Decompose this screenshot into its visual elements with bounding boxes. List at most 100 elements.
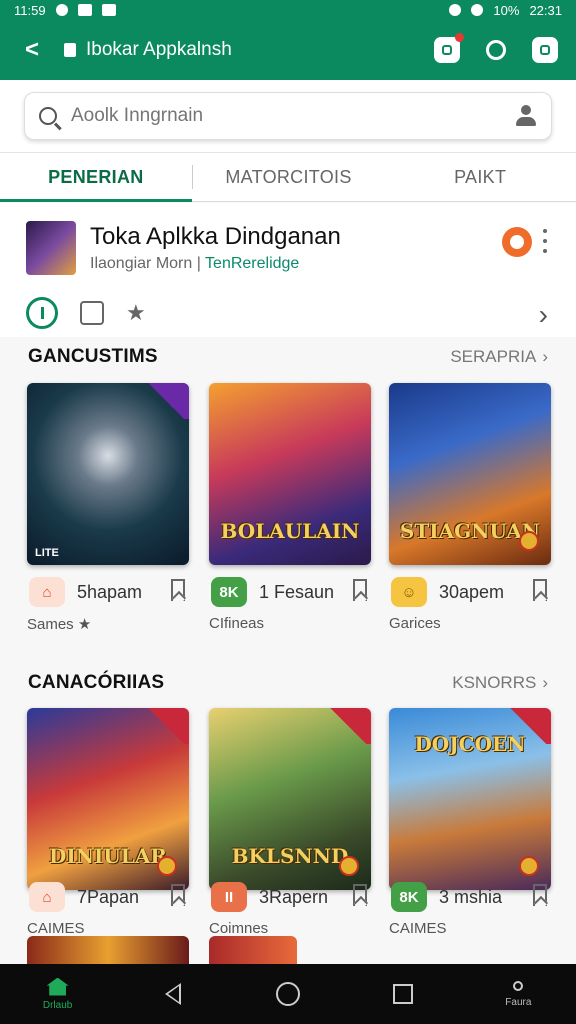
nav-recents[interactable]	[373, 969, 433, 1019]
mail-icon	[77, 4, 92, 16]
game-card[interactable]: BKLSNND	[209, 708, 371, 890]
back-arrow-icon: <	[24, 36, 39, 63]
tool-row: ★	[26, 297, 146, 329]
chevron-right-icon[interactable]: ›	[539, 299, 548, 331]
grid-icon: II	[211, 882, 247, 912]
card-meta: 8K 3 mshia CAIMES	[389, 882, 551, 952]
card-title: BOLAULAIN	[220, 519, 360, 543]
card-artwork: DINIULAR	[27, 708, 189, 890]
card-ribbon	[325, 708, 371, 744]
status-time: 11:59	[14, 2, 46, 18]
tab-paikt[interactable]: PAIKT	[384, 153, 576, 201]
card-meta: 8K 1 Fesaun CIfineas	[209, 577, 371, 647]
back-button[interactable]: <	[18, 36, 46, 64]
bookmark-icon[interactable]	[171, 884, 185, 906]
card-meta-sub: CAIMES	[27, 920, 85, 937]
card-seal	[157, 856, 177, 876]
more-options-button[interactable]	[542, 229, 548, 253]
card-ribbon	[143, 708, 189, 744]
card-seal	[339, 856, 359, 876]
card-artwork: DOJCOEN	[389, 708, 551, 890]
card-meta-sub: Sames ★	[27, 616, 92, 633]
zoom-icon[interactable]	[80, 301, 104, 325]
chevron-right-icon: ›	[542, 673, 548, 692]
section-title: CANACÓRIIAS	[28, 672, 165, 693]
bookmark-icon[interactable]	[533, 884, 547, 906]
app-subtitle: Ilaongiar Morn | TenRerelidge	[90, 255, 300, 272]
game-card[interactable]: LITE	[27, 383, 189, 565]
card-ribbon	[143, 383, 189, 419]
profile-icon[interactable]	[515, 105, 537, 127]
section-header: GANCUSTIMS SERAPRIA ›	[0, 342, 576, 372]
pin-icon	[513, 980, 524, 991]
scan-button[interactable]	[532, 37, 558, 63]
notification-icon	[55, 4, 68, 16]
game-card[interactable]: DOJCOEN	[389, 708, 551, 890]
status-bar: 11:59 10% 22:31	[0, 0, 576, 20]
game-card-partial[interactable]	[27, 936, 189, 964]
bag-icon	[64, 43, 76, 57]
card-title: DOJCOEN	[414, 732, 526, 756]
badge-icon: 8K	[391, 882, 427, 912]
star-icon[interactable]: ★	[126, 300, 146, 326]
card-meta-sub: CIfineas	[209, 615, 265, 632]
bluetooth-icon	[449, 4, 462, 16]
game-card[interactable]: BOLAULAIN	[209, 383, 371, 565]
card-meta-sub: Garices	[389, 615, 441, 632]
app-header-card: Toka Aplkka Dindganan Ilaongiar Morn | T…	[0, 203, 576, 337]
card-artwork: BOLAULAIN	[209, 383, 371, 565]
card-meta-sub: CAIMES	[389, 920, 447, 937]
favorite-button[interactable]	[502, 227, 532, 257]
search-bar[interactable]	[24, 92, 552, 140]
home-icon: ⌂	[29, 577, 65, 607]
badge-icon: 8K	[211, 577, 247, 607]
heart-icon	[442, 45, 452, 55]
section-see-all[interactable]: KSNORRS ›	[452, 673, 548, 693]
search-area	[0, 80, 576, 152]
bookmark-icon[interactable]	[353, 579, 367, 601]
tab-penerian[interactable]: PENERIAN	[0, 153, 192, 202]
app-link[interactable]: TenRerelidge	[205, 255, 299, 272]
bookmark-icon[interactable]	[171, 579, 185, 601]
card-meta-label: 3Rapern	[259, 887, 329, 907]
card-meta-label: 7Papan	[77, 887, 140, 907]
notification-badge	[455, 33, 464, 42]
card-seal	[519, 531, 539, 551]
app-title: Ibokar Appkalnsh	[86, 39, 232, 60]
card-artwork: LITE	[27, 383, 189, 565]
card-meta: ⌂ 5hapam Sames ★	[27, 577, 189, 647]
nav-home-label: Drlaub	[42, 999, 73, 1011]
smiley-icon: ☺	[391, 577, 427, 607]
search-tool-icon[interactable]	[26, 297, 58, 329]
search-input[interactable]	[71, 105, 515, 127]
favorite-icon	[510, 235, 524, 249]
chevron-right-icon: ›	[542, 347, 548, 366]
game-card-partial[interactable]	[209, 936, 297, 964]
search-icon	[39, 107, 57, 125]
section-header: CANACÓRIIAS KSNORRS ›	[0, 668, 576, 698]
app-thumbnail	[26, 221, 76, 275]
battery-level: 10%	[493, 2, 520, 18]
app-bar-title: Ibokar Appkalnsh	[64, 39, 232, 61]
app-bar: < Ibokar Appkalnsh	[0, 20, 576, 80]
card-caption: LITE	[35, 547, 59, 559]
nav-account[interactable]: Faura	[488, 969, 548, 1019]
nav-home[interactable]: Drlaub	[28, 969, 88, 1019]
recents-icon	[393, 984, 414, 1004]
game-card[interactable]: DINIULAR	[27, 708, 189, 890]
game-card[interactable]: STIAGNUAN	[389, 383, 551, 565]
nav-home-button[interactable]	[258, 969, 318, 1019]
tab-bar: PENERIAN MATORCITOIS PAIKT	[0, 152, 576, 202]
notifications-button[interactable]	[434, 33, 464, 63]
card-meta: ☺ 30apem Garices	[389, 577, 551, 647]
location-button[interactable]	[486, 40, 506, 60]
home-icon	[46, 977, 69, 996]
nav-account-label: Faura	[505, 996, 532, 1008]
card-meta-label: 30apem	[439, 582, 505, 602]
wifi-icon	[471, 4, 484, 16]
bookmark-icon[interactable]	[533, 579, 547, 601]
tab-matorcitois[interactable]: MATORCITOIS	[193, 153, 385, 201]
bookmark-icon[interactable]	[353, 884, 367, 906]
section-see-all[interactable]: SERAPRIA ›	[450, 347, 548, 367]
nav-back[interactable]	[143, 969, 203, 1019]
